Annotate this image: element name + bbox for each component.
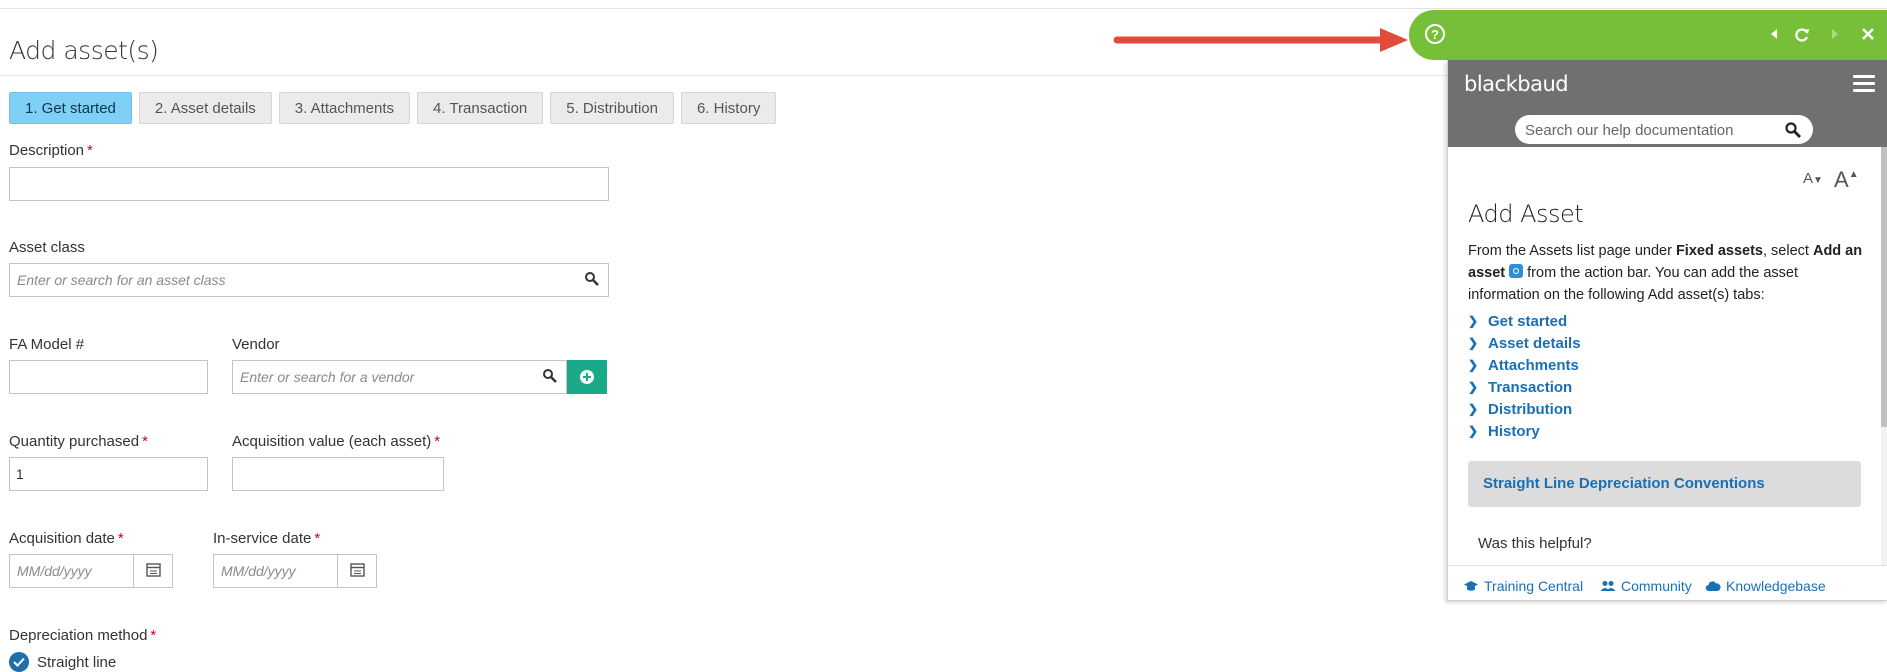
acquisition-value-label: Acquisition value (each asset) * [232, 433, 441, 450]
quantity-input[interactable]: 1 [9, 457, 208, 491]
fa-model-input[interactable] [9, 360, 208, 394]
in-service-date-label: In-service date * [213, 530, 321, 547]
fa-model-label: FA Model # [9, 336, 85, 353]
help-link-transaction[interactable]: ❯ Transaction [1468, 376, 1581, 398]
users-icon [1600, 581, 1616, 591]
previous-icon[interactable] [1768, 27, 1780, 41]
asset-class-input[interactable]: Enter or search for an asset class [9, 263, 609, 297]
chevron-down-icon: ❯ [1468, 402, 1479, 416]
help-link-asset-details[interactable]: ❯ Asset details [1468, 332, 1581, 354]
asset-class-label: Asset class [9, 239, 85, 256]
acquisition-date-label: Acquisition date * [9, 530, 124, 547]
triangle-down-icon: ▼ [1813, 175, 1823, 186]
required-marker: * [150, 627, 157, 644]
page-title: Add asset(s) [9, 36, 159, 65]
quantity-label: Quantity purchased * [9, 433, 148, 450]
add-asset-icon [1509, 264, 1524, 278]
description-input[interactable] [9, 167, 609, 201]
acquisition-date-input[interactable]: MM/dd/yyyy [9, 554, 173, 588]
knowledgebase-link[interactable]: Knowledgebase [1705, 578, 1826, 594]
next-icon[interactable] [1829, 27, 1841, 41]
help-topic-list: ❯ Get started ❯ Asset details ❯ Attachments… [1468, 310, 1581, 442]
search-icon[interactable] [542, 368, 558, 384]
help-link-get-started[interactable]: ❯ Get started [1468, 310, 1581, 332]
triangle-up-icon: ▲ [1848, 169, 1859, 180]
tab-history[interactable]: 6. History [680, 92, 777, 124]
date-picker-button[interactable] [133, 554, 173, 588]
acquisition-value-input[interactable] [232, 457, 444, 491]
tab-transaction[interactable]: 4. Transaction [417, 92, 544, 124]
tab-attachments[interactable]: 3. Attachments [278, 92, 411, 124]
add-vendor-button[interactable] [567, 360, 607, 394]
scrollbar-thumb[interactable] [1881, 147, 1887, 427]
description-label: Description * [9, 142, 93, 159]
chevron-down-icon: ❯ [1468, 336, 1479, 350]
help-panel-top: blackbaud Search our help documentation [1448, 60, 1887, 147]
tab-get-started[interactable]: 1. Get started [9, 92, 132, 124]
vendor-input[interactable]: Enter or search for a vendor [232, 360, 567, 394]
search-icon[interactable] [1784, 121, 1802, 139]
related-article-card[interactable]: Straight Line Depreciation Conventions [1468, 461, 1861, 507]
training-central-link[interactable]: Training Central [1463, 578, 1583, 594]
help-question-icon[interactable]: ? [1425, 24, 1445, 44]
chevron-down-icon: ❯ [1468, 314, 1479, 328]
calendar-icon [350, 563, 365, 577]
help-panel: blackbaud Search our help documentation … [1447, 60, 1887, 601]
helpful-prompt: Was this helpful? [1478, 535, 1592, 552]
brand-logo: blackbaud [1464, 72, 1569, 96]
menu-icon[interactable] [1853, 75, 1875, 93]
refresh-icon[interactable] [1794, 27, 1810, 43]
required-marker: * [142, 433, 148, 450]
check-icon [9, 652, 29, 672]
tab-asset-details[interactable]: 2. Asset details [138, 92, 272, 124]
plus-circle-icon [580, 370, 594, 384]
help-header: ? [1409, 10, 1887, 60]
chevron-down-icon: ❯ [1468, 380, 1479, 394]
close-icon[interactable] [1861, 27, 1875, 41]
help-article-body: From the Assets list page under Fixed as… [1468, 243, 1863, 303]
vendor-label: Vendor [232, 336, 280, 353]
help-article-title: Add Asset [1468, 200, 1584, 228]
help-footer: Training Central Community Knowledgebase [1448, 565, 1887, 600]
required-marker: * [314, 530, 321, 547]
help-link-attachments[interactable]: ❯ Attachments [1468, 354, 1581, 376]
graduation-cap-icon [1464, 581, 1478, 591]
tab-strip: 1. Get started 2. Asset details 3. Attac… [9, 92, 777, 124]
community-link[interactable]: Community [1600, 578, 1692, 594]
decrease-font-button[interactable]: A▼ [1803, 170, 1823, 187]
in-service-date-input[interactable]: MM/dd/yyyy [213, 554, 377, 588]
calendar-icon [146, 563, 161, 577]
required-marker: * [117, 530, 124, 547]
cloud-icon [1705, 581, 1721, 592]
chevron-down-icon: ❯ [1468, 358, 1479, 372]
required-marker: * [87, 142, 93, 159]
help-link-history[interactable]: ❯ History [1468, 420, 1581, 442]
tab-distribution[interactable]: 5. Distribution [550, 92, 674, 124]
straight-line-option[interactable]: Straight line [9, 652, 116, 672]
arrow-annotation [1113, 28, 1408, 52]
depreciation-method-label: Depreciation method * [9, 627, 157, 644]
date-picker-button[interactable] [337, 554, 377, 588]
chevron-down-icon: ❯ [1468, 424, 1479, 438]
help-search-input[interactable]: Search our help documentation [1515, 115, 1813, 144]
increase-font-button[interactable]: A▲ [1834, 167, 1859, 193]
help-link-distribution[interactable]: ❯ Distribution [1468, 398, 1581, 420]
required-marker: * [434, 433, 441, 450]
search-icon[interactable] [584, 271, 600, 287]
